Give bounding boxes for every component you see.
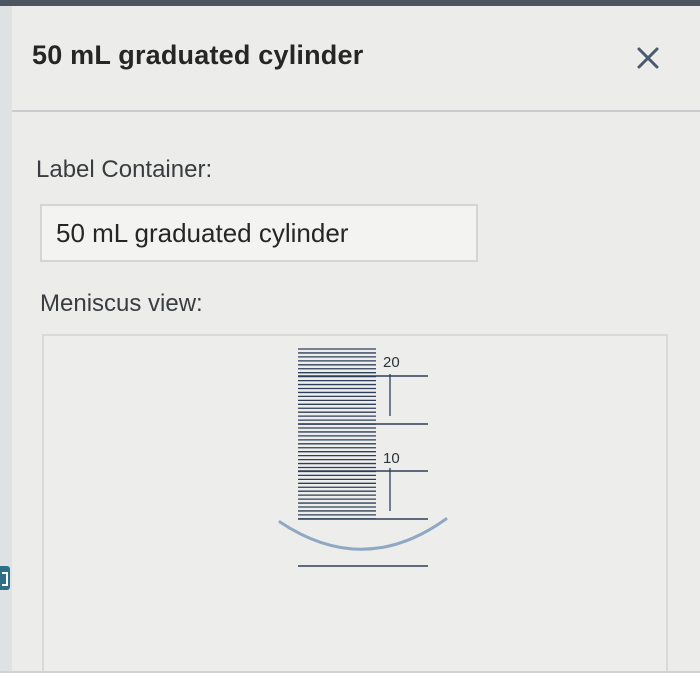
close-icon xyxy=(637,47,659,69)
label-container-heading: Label Container: xyxy=(36,156,213,183)
meniscus-scale: 2010 xyxy=(278,348,448,567)
dialog-header: 50 mL graduated cylinder xyxy=(12,6,700,112)
scale-label: 20 xyxy=(383,354,400,371)
dialog-title: 50 mL graduated cylinder xyxy=(32,40,364,70)
side-tab xyxy=(0,566,10,590)
scale-label: 10 xyxy=(383,450,400,467)
meniscus-curve xyxy=(278,517,448,551)
dialog: 50 mL graduated cylinder Label Container… xyxy=(12,6,700,671)
meniscus-view-panel: 20 10 xyxy=(42,334,668,671)
meniscus-view-heading: Meniscus view: xyxy=(40,290,203,317)
background-edge xyxy=(0,6,12,671)
close-button[interactable] xyxy=(632,42,664,74)
label-container-input[interactable] xyxy=(40,204,478,262)
